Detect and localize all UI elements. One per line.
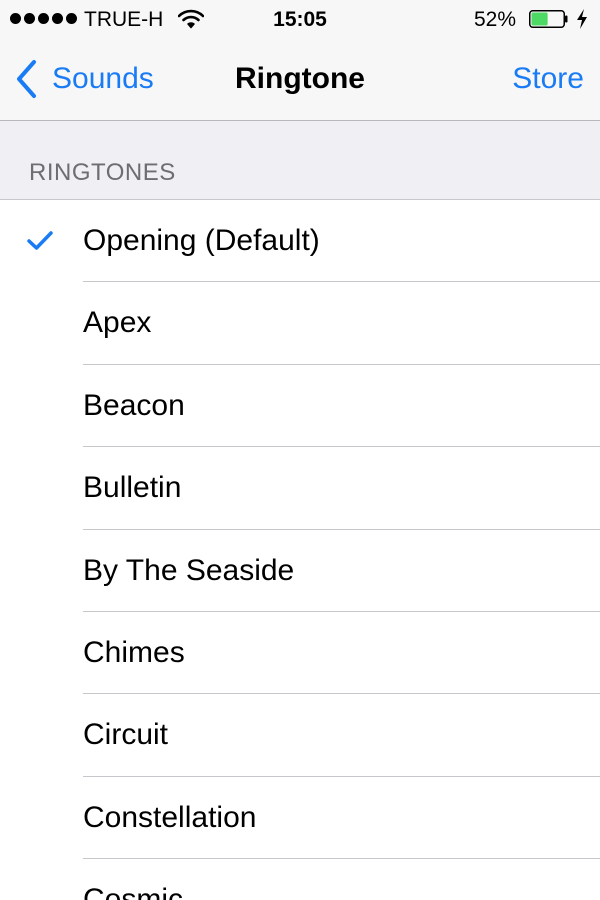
list-item-ringtone[interactable]: Beacon: [0, 365, 600, 448]
ringtone-label: Apex: [83, 306, 152, 340]
list-item-ringtone[interactable]: By The Seaside: [0, 530, 600, 613]
ringtone-label: Circuit: [83, 718, 169, 752]
ringtone-label: Chimes: [83, 635, 185, 669]
ringtone-label: Constellation: [83, 800, 257, 834]
section-label: RINGTONES: [29, 159, 176, 186]
list-item-ringtone[interactable]: Cosmic: [0, 859, 600, 900]
battery-percentage: 52%: [474, 8, 517, 31]
section-header: RINGTONES: [0, 121, 600, 200]
checkmark-icon: [27, 231, 53, 250]
list-item-ringtone[interactable]: Chimes: [0, 612, 600, 695]
ringtone-label: Beacon: [83, 388, 185, 422]
top-bar: TRUE-H 15:05 52% Sounds Ringtone Store: [0, 0, 600, 121]
ringtone-label: Bulletin: [83, 471, 182, 505]
page-title: Ringtone: [235, 62, 365, 95]
ringtone-list: Opening (Default) Apex Beacon Bulletin B…: [0, 200, 600, 900]
list-item-ringtone[interactable]: Opening (Default): [0, 200, 600, 283]
ringtone-label: By The Seaside: [83, 553, 295, 587]
ringtone-screen: TRUE-H 15:05 52% Sounds Ringtone Store R…: [0, 0, 600, 900]
ringtone-label: Cosmic: [83, 883, 184, 900]
list-item-ringtone[interactable]: Constellation: [0, 777, 600, 860]
ringtone-label: Opening (Default): [83, 224, 320, 257]
store-button[interactable]: Store: [512, 60, 584, 98]
list-item-ringtone[interactable]: Apex: [0, 282, 600, 366]
list-item-ringtone[interactable]: Circuit: [0, 694, 600, 778]
charging-bolt-icon: [577, 9, 587, 29]
battery-icon: [529, 10, 568, 28]
list-item-ringtone[interactable]: Bulletin: [0, 447, 600, 530]
status-bar: TRUE-H 15:05 52%: [0, 0, 600, 40]
